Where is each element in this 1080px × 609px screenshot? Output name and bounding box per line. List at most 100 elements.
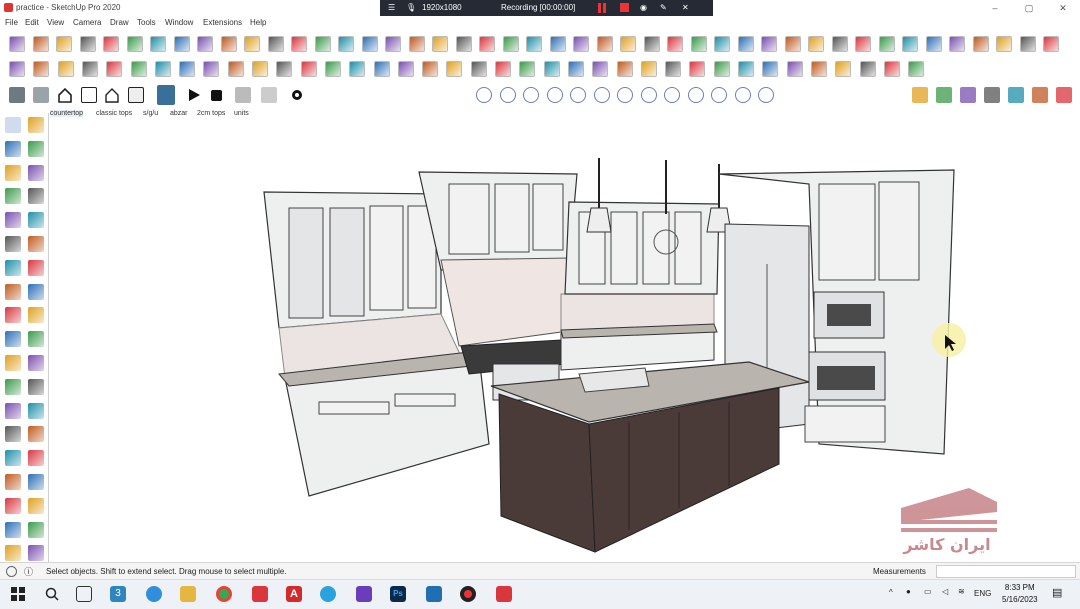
menu-draw[interactable]: Draw: [110, 18, 129, 27]
telegram-icon[interactable]: [320, 586, 336, 602]
row2-tool-icon-24[interactable]: [567, 61, 584, 77]
sketchup-2-icon[interactable]: [496, 586, 512, 602]
tool-icon-8[interactable]: [28, 188, 44, 205]
tool-icon-32[interactable]: [28, 474, 44, 490]
row2-tool-icon-27[interactable]: [640, 61, 657, 77]
row2-tool-icon-32[interactable]: [762, 61, 779, 77]
tool-icon-11[interactable]: [5, 236, 21, 252]
row1-tool-icon-30[interactable]: [690, 36, 707, 52]
tool-icon-33[interactable]: [5, 497, 21, 514]
tool-icon-24[interactable]: [28, 378, 44, 395]
tool-icon-22[interactable]: [28, 355, 44, 371]
row2-tool-icon-37[interactable]: [883, 61, 900, 77]
row1-tool-icon-31[interactable]: [714, 36, 730, 52]
row1-tool-icon-18[interactable]: [408, 36, 425, 52]
row1-tool-icon-38[interactable]: [878, 36, 895, 52]
pen-icon[interactable]: ✎: [660, 3, 667, 12]
menu-file[interactable]: File: [5, 18, 18, 27]
row2-tool-icon-31[interactable]: [738, 61, 754, 77]
row2-tool-icon-3[interactable]: [57, 61, 74, 77]
extension-warehouse-icon[interactable]: [128, 87, 144, 103]
row2-tool-icon-7[interactable]: [154, 61, 171, 77]
row2-tool-icon-8[interactable]: [179, 61, 196, 77]
tool-icon-2[interactable]: [28, 117, 44, 133]
tool-icon-29[interactable]: [5, 450, 21, 467]
row2-tool-icon-30[interactable]: [713, 61, 730, 77]
row1-tool-icon-9[interactable]: [197, 36, 213, 52]
row1-tool-icon-41[interactable]: [949, 36, 965, 52]
tool-icon-12[interactable]: [28, 236, 44, 252]
row2-tool-icon-13[interactable]: [300, 61, 317, 77]
row1-tool-icon-42[interactable]: [972, 36, 989, 52]
row2-tool-icon-23[interactable]: [543, 61, 560, 77]
tool-icon-4[interactable]: [28, 140, 44, 157]
menu-edit[interactable]: Edit: [25, 18, 39, 27]
row1-tool-icon-20[interactable]: [455, 36, 472, 52]
maximize-button[interactable]: ▢: [1012, 0, 1046, 16]
play-icon[interactable]: [186, 87, 202, 103]
tool-icon-3[interactable]: [5, 140, 21, 157]
sketchup-taskbar-icon[interactable]: [252, 586, 268, 602]
row1-tool-icon-12[interactable]: [267, 36, 284, 52]
row1-tool-icon-4[interactable]: [79, 36, 96, 52]
render-tool-icon-4[interactable]: [984, 87, 1000, 103]
row1-tool-icon-32[interactable]: [737, 36, 754, 52]
info-icon[interactable]: ⓘ: [24, 565, 33, 578]
scene-export-icon[interactable]: [235, 87, 251, 103]
scene-tab-classic-tops[interactable]: classic tops: [96, 110, 132, 117]
tool-icon-18[interactable]: [28, 307, 44, 324]
tool-icon-16[interactable]: [28, 283, 44, 300]
tray-volume-icon[interactable]: ◁: [942, 587, 948, 596]
model-viewport[interactable]: ایران کاشر: [49, 124, 1080, 562]
photoshop-icon[interactable]: Ps: [390, 586, 406, 602]
tool-icon-7[interactable]: [5, 188, 21, 205]
notification-icon[interactable]: ▤: [1052, 586, 1062, 599]
tool-icon-14[interactable]: [28, 259, 44, 276]
row2-tool-icon-26[interactable]: [616, 61, 633, 77]
row2-tool-icon-33[interactable]: [786, 61, 803, 77]
row2-tool-icon-36[interactable]: [859, 61, 876, 77]
render-tool-icon-6[interactable]: [1032, 87, 1048, 103]
video-app-icon[interactable]: [356, 586, 372, 602]
row1-tool-icon-45[interactable]: [1043, 36, 1059, 52]
curve-tool-icon-5[interactable]: [570, 87, 586, 103]
tool-icon-25[interactable]: [5, 402, 21, 419]
row2-tool-icon-15[interactable]: [349, 61, 366, 77]
row1-tool-icon-13[interactable]: [291, 36, 307, 52]
tray-chevron-icon[interactable]: ^: [889, 588, 893, 597]
row1-tool-icon-35[interactable]: [808, 36, 824, 52]
row2-tool-icon-35[interactable]: [835, 61, 852, 77]
tool-icon-19[interactable]: [5, 331, 21, 348]
menu-help[interactable]: Help: [250, 18, 266, 27]
recorder-menu-icon[interactable]: ☰: [388, 3, 395, 12]
stop-icon[interactable]: [620, 3, 629, 12]
row2-tool-icon-22[interactable]: [519, 61, 536, 77]
scene-delete-icon[interactable]: [261, 87, 277, 103]
task-view-icon[interactable]: [76, 586, 92, 602]
row1-tool-icon-22[interactable]: [502, 36, 519, 52]
minimize-button[interactable]: –: [978, 0, 1012, 16]
row1-tool-icon-34[interactable]: [784, 36, 801, 52]
row1-tool-icon-3[interactable]: [56, 36, 72, 52]
row1-tool-icon-6[interactable]: [126, 36, 143, 52]
tool-icon-20[interactable]: [28, 331, 44, 348]
row1-tool-icon-37[interactable]: [855, 36, 871, 52]
select-tool-icon[interactable]: [5, 117, 21, 133]
row1-tool-icon-14[interactable]: [314, 36, 331, 52]
warehouse-icon[interactable]: [81, 87, 97, 103]
row2-tool-icon-9[interactable]: [203, 61, 220, 77]
tool-icon-36[interactable]: [28, 521, 44, 538]
tool-icon-13[interactable]: [5, 259, 21, 276]
tool-icon-21[interactable]: [5, 355, 21, 371]
row2-tool-icon-17[interactable]: [397, 61, 414, 77]
curve-tool-icon-11[interactable]: [711, 87, 727, 103]
pause-icon[interactable]: [598, 3, 606, 13]
tray-network-icon[interactable]: ▭: [924, 587, 932, 596]
recorder-close-icon[interactable]: ✕: [682, 3, 689, 12]
row2-tool-icon-20[interactable]: [470, 61, 487, 77]
row1-tool-icon-8[interactable]: [173, 36, 190, 52]
system-clock[interactable]: 8:33 PM 5/16/2023: [1002, 582, 1038, 606]
row2-tool-icon-1[interactable]: [9, 61, 25, 77]
language-indicator[interactable]: ENG: [974, 589, 991, 598]
row2-tool-icon-29[interactable]: [689, 61, 706, 77]
